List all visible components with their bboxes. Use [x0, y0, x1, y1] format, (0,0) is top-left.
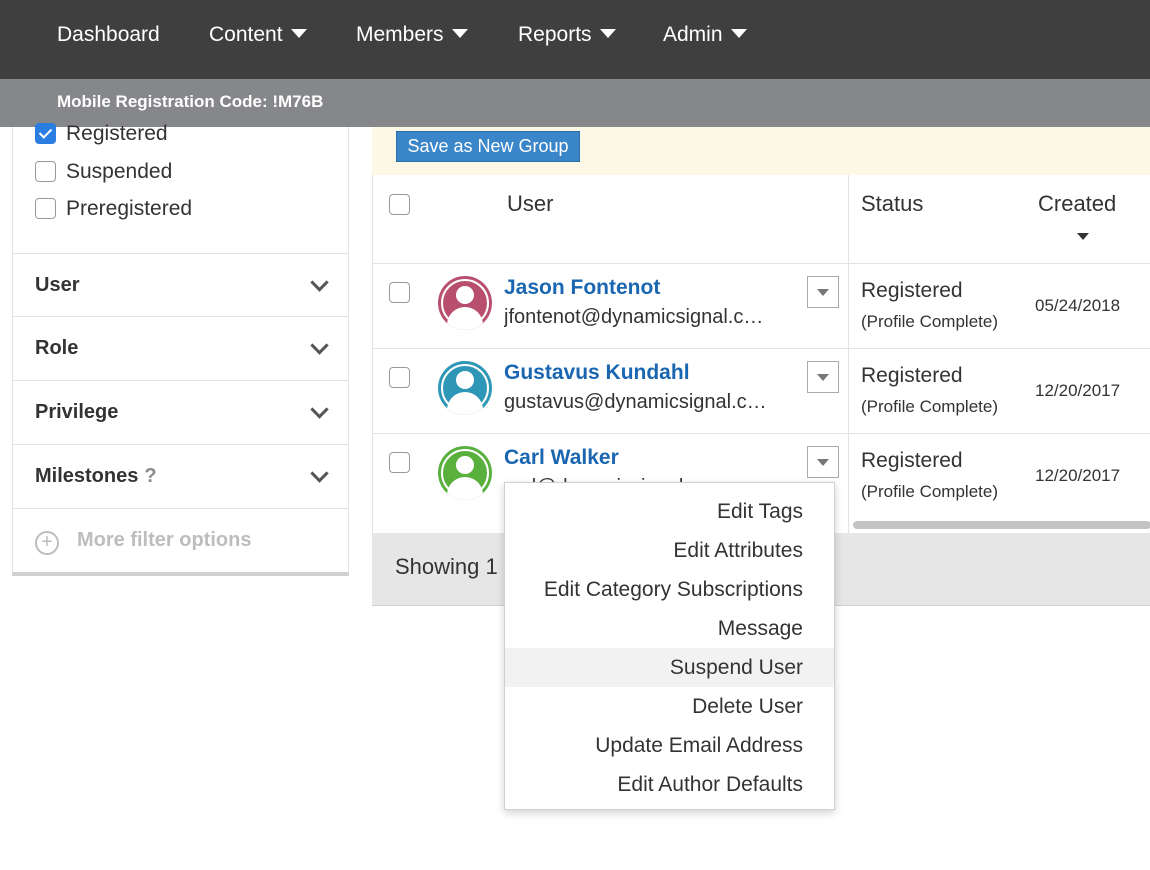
row-checkbox[interactable] [389, 367, 410, 388]
created-date: 05/24/2018 [1035, 296, 1121, 315]
nav-members[interactable]: Members [356, 0, 468, 69]
save-as-new-group-button[interactable]: Save as New Group [396, 131, 580, 162]
row-checkbox[interactable] [389, 282, 410, 303]
filter-sidebar: Registered Suspended Preregistered User … [12, 122, 349, 576]
filter-privilege[interactable]: Privilege [13, 380, 348, 444]
avatar [438, 276, 492, 330]
caret-down-icon [451, 29, 468, 38]
milestones-text: Milestones [35, 465, 139, 487]
filter-role-label: Role [35, 337, 79, 359]
caret-down-icon [730, 29, 747, 38]
menu-item-edit-author-defaults[interactable]: Edit Author Defaults [505, 765, 834, 804]
chevron-down-icon [310, 400, 329, 419]
nav-admin[interactable]: Admin [663, 0, 747, 69]
row-actions-menu: Edit Tags Edit Attributes Edit Category … [504, 482, 835, 810]
user-name-link[interactable]: Gustavus Kundahl [504, 361, 690, 385]
user-email: gustavus@dynamicsignal.c… [504, 391, 767, 413]
nav-admin-label: Admin [663, 23, 723, 46]
top-navigation: Dashboard Content Members Reports Admin [0, 0, 1150, 79]
row-divider [373, 433, 1150, 434]
row-divider [373, 348, 1150, 349]
menu-item-suspend-user[interactable]: Suspend User [505, 648, 834, 687]
created-column-header[interactable]: Created [1038, 191, 1116, 217]
help-icon[interactable]: ? [144, 465, 156, 487]
registration-code-bar: Mobile Registration Code: !M76B [0, 79, 1150, 127]
created-date: 12/20/2017 [1035, 381, 1121, 400]
user-name-link[interactable]: Carl Walker [504, 446, 619, 470]
avatar [438, 446, 492, 500]
nav-reports[interactable]: Reports [518, 0, 616, 69]
sort-descending-icon[interactable] [1077, 233, 1089, 240]
created-date: 12/20/2017 [1035, 466, 1121, 485]
row-actions-dropdown-button[interactable] [807, 276, 839, 308]
column-divider [848, 175, 849, 533]
status-option-label: Preregistered [66, 197, 193, 220]
menu-item-edit-attributes[interactable]: Edit Attributes [505, 531, 834, 570]
nav-reports-label: Reports [518, 23, 592, 46]
user-status: Registered [861, 279, 963, 302]
filter-privilege-label: Privilege [35, 401, 119, 423]
menu-item-delete-user[interactable]: Delete User [505, 687, 834, 726]
user-substatus: (Profile Complete) [861, 312, 998, 331]
row-checkbox[interactable] [389, 452, 410, 473]
nav-dashboard[interactable]: Dashboard [57, 0, 160, 69]
chevron-down-icon [310, 336, 329, 355]
registration-code-text: Mobile Registration Code: !M76B [57, 92, 324, 111]
chevron-down-icon [310, 464, 329, 483]
status-option-label: Registered [66, 122, 168, 145]
nav-content-label: Content [209, 23, 283, 46]
menu-item-update-email-address[interactable]: Update Email Address [505, 726, 834, 765]
select-all-checkbox[interactable] [389, 194, 410, 215]
more-filter-options[interactable]: + More filter options [13, 508, 348, 572]
avatar [438, 361, 492, 415]
plus-circle-icon: + [35, 531, 59, 555]
caret-down-icon [599, 29, 616, 38]
user-name-link[interactable]: Jason Fontenot [504, 276, 660, 300]
row-divider [373, 263, 1150, 264]
status-option-label: Suspended [66, 160, 173, 183]
user-status: Registered [861, 364, 963, 387]
menu-item-edit-category-subscriptions[interactable]: Edit Category Subscriptions [505, 570, 834, 609]
filter-role[interactable]: Role [13, 316, 348, 380]
nav-content[interactable]: Content [209, 0, 307, 69]
user-status: Registered [861, 449, 963, 472]
suspended-checkbox[interactable] [35, 161, 56, 182]
user-substatus: (Profile Complete) [861, 482, 998, 501]
registered-checkbox[interactable] [35, 123, 56, 144]
members-table: User Status Created Jason Fontenot jfont… [372, 175, 1150, 533]
nav-members-label: Members [356, 23, 444, 46]
menu-item-edit-tags[interactable]: Edit Tags [505, 492, 834, 531]
status-column-header[interactable]: Status [861, 191, 923, 217]
caret-down-icon [290, 29, 307, 38]
horizontal-scrollbar[interactable] [853, 521, 1150, 529]
filter-milestones-label: Milestones? [35, 465, 157, 488]
showing-count-text: Showing 1 [395, 554, 498, 579]
user-substatus: (Profile Complete) [861, 397, 998, 416]
chevron-down-icon [310, 273, 329, 292]
filter-user-label: User [35, 274, 80, 296]
nav-dashboard-label: Dashboard [57, 23, 160, 46]
user-email: jfontenot@dynamicsignal.c… [504, 306, 764, 328]
menu-item-message[interactable]: Message [505, 609, 834, 648]
user-column-header[interactable]: User [507, 191, 553, 217]
row-actions-dropdown-button[interactable] [807, 446, 839, 478]
filter-user[interactable]: User [13, 253, 348, 317]
filter-milestones[interactable]: Milestones? [13, 444, 348, 508]
preregistered-checkbox[interactable] [35, 198, 56, 219]
row-actions-dropdown-button[interactable] [807, 361, 839, 393]
more-filter-options-label: More filter options [77, 529, 252, 551]
